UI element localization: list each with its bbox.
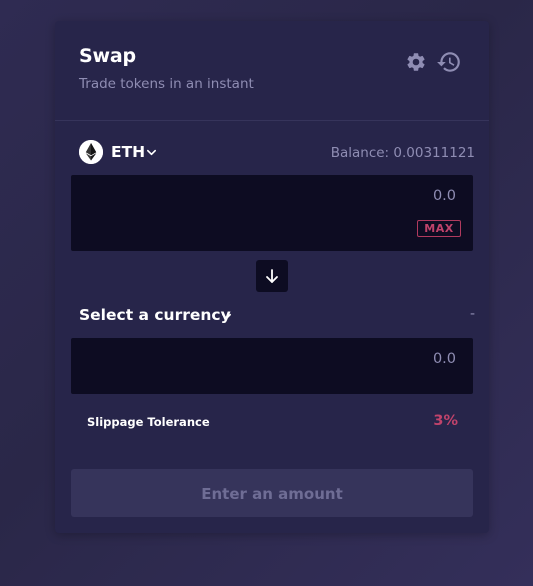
gear-icon [407,53,425,71]
history-icon [437,52,460,72]
from-amount-input[interactable] [154,187,458,205]
page-title: Swap [79,45,136,67]
to-amount-panel [71,338,473,394]
enter-amount-button[interactable]: Enter an amount [71,469,473,517]
page-subtitle: Trade tokens in an instant [79,76,254,92]
slippage-value[interactable]: 3% [433,413,458,429]
arrow-down-icon [266,269,278,283]
history-button[interactable] [436,49,462,75]
eth-logo-icon[interactable] [79,140,103,164]
from-token-symbol[interactable]: ETH [111,143,145,161]
settings-button[interactable] [405,51,427,73]
switch-tokens-button[interactable] [256,260,288,292]
to-balance: - [469,306,475,322]
to-token-row: Select a currency - [79,303,475,329]
swap-card: Swap Trade tokens in an instant ETH Bala… [55,21,489,533]
from-amount-panel: MAX [71,175,473,251]
select-currency-button[interactable]: Select a currency [79,306,231,324]
from-balance: Balance: 0.00311121 [330,145,475,161]
slippage-label: Slippage Tolerance [87,415,210,429]
chevron-down-icon[interactable] [146,147,157,158]
swap-header: Swap Trade tokens in an instant [55,21,489,121]
to-amount-input[interactable] [154,350,458,368]
chevron-down-icon[interactable] [221,311,232,322]
from-token-row: ETH Balance: 0.00311121 [79,140,475,166]
eth-diamond-icon [79,140,103,164]
max-button[interactable]: MAX [417,220,461,237]
